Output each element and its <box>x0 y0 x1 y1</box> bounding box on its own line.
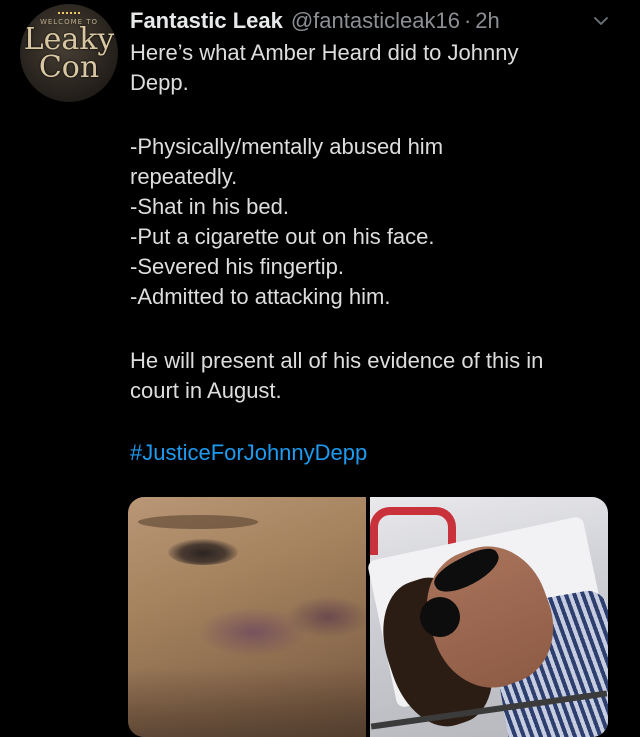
avatar-logo-line-2: Con <box>38 50 100 85</box>
list-item: -Put a cigarette out on his face. <box>130 224 435 249</box>
hashtag-link[interactable]: #JusticeForJohnnyDepp <box>130 440 367 465</box>
author-display-name[interactable]: Fantastic Leak <box>130 4 283 38</box>
tweet-timestamp[interactable]: 2h <box>475 4 499 38</box>
tweet-header: Fantastic Leak @fantasticleak16 · 2h <box>130 4 624 38</box>
photo-detail <box>138 515 258 529</box>
photo-detail <box>198 607 308 657</box>
media-photo-1[interactable] <box>128 497 366 737</box>
header-separator: · <box>463 8 472 33</box>
chevron-down-icon[interactable] <box>590 10 612 32</box>
photo-detail <box>128 667 366 737</box>
list-item: -Severed his fingertip. <box>130 254 344 279</box>
photo-detail <box>168 539 238 565</box>
author-handle[interactable]: @fantasticleak16 <box>291 4 460 38</box>
tweet-text-line: Here’s what Amber Heard did to Johnny <box>130 40 519 65</box>
list-item: -Admitted to attacking him. <box>130 284 391 309</box>
avatar-logo-text: Leaky Con <box>20 25 118 85</box>
tweet-text: Here’s what Amber Heard did to Johnny De… <box>130 38 620 468</box>
tweet-text-line: Depp. <box>130 70 189 95</box>
media-grid[interactable] <box>128 497 608 737</box>
list-item: -Shat in his bed. <box>130 194 289 219</box>
tweet-text-line: He will present all of his evidence of t… <box>130 348 544 373</box>
media-photo-2[interactable] <box>366 497 608 737</box>
list-item: repeatedly. <box>130 164 238 189</box>
tweet[interactable]: WELCOME TO Leaky Con Fantastic Leak @fan… <box>0 0 640 737</box>
list-item: -Physically/mentally abused him <box>130 134 444 159</box>
tweet-text-line: court in August. <box>130 378 282 403</box>
avatar[interactable]: WELCOME TO Leaky Con <box>20 4 118 102</box>
